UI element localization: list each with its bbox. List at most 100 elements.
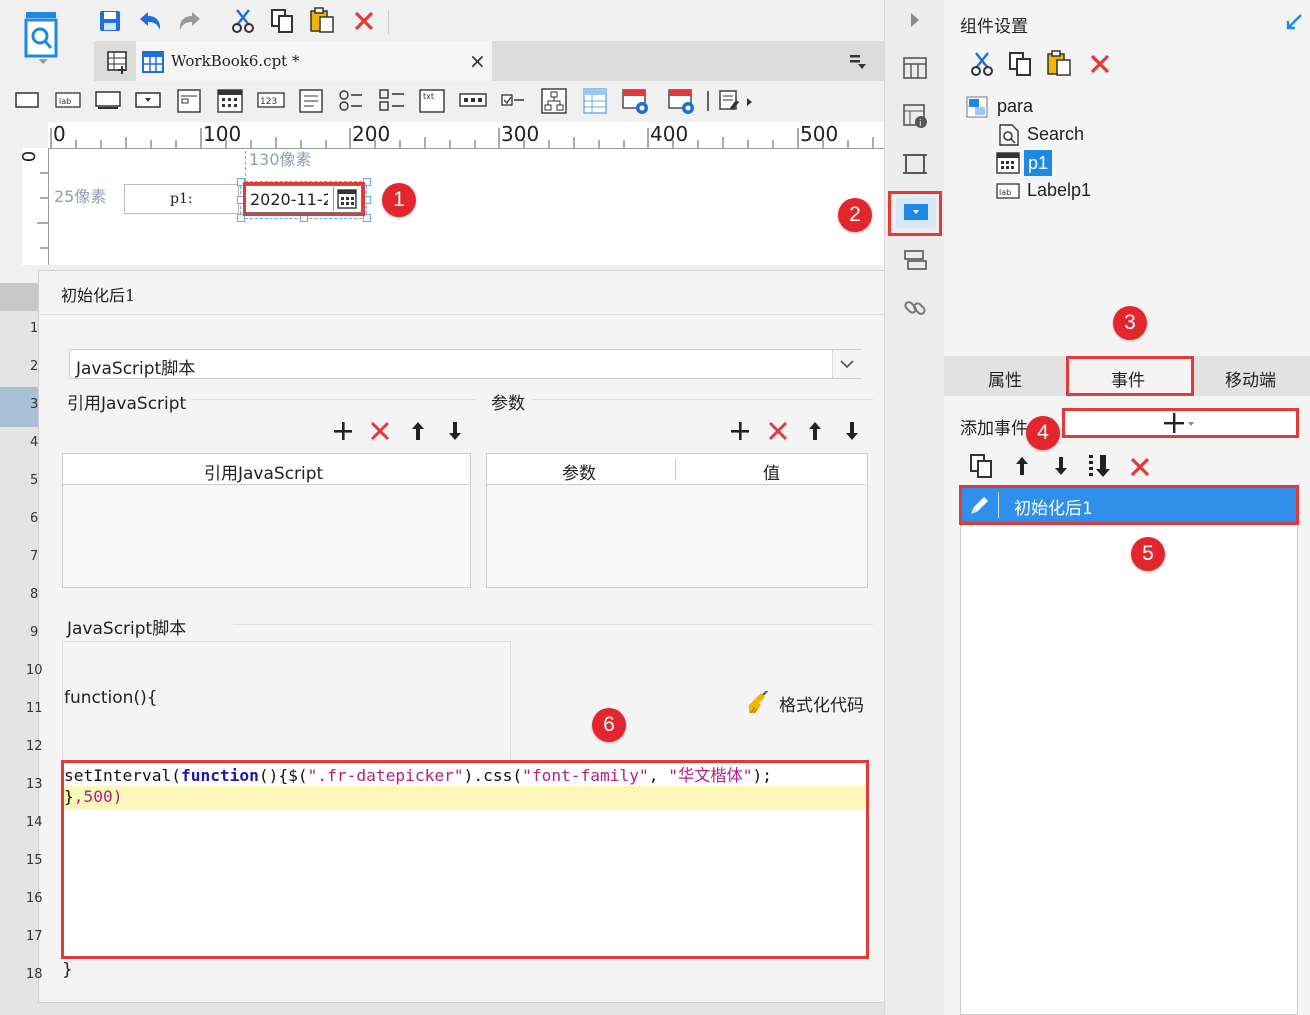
param-delete-icon[interactable]	[766, 419, 790, 443]
svg-text:123: 123	[260, 97, 277, 107]
highlight-event-item	[959, 485, 1299, 525]
ref-js-column-header: 引用JavaScript	[204, 464, 324, 484]
ruler-tick-500: 500	[800, 122, 839, 146]
event-list	[960, 486, 1298, 1015]
row-number: 3	[30, 397, 39, 412]
event-delete-icon[interactable]	[1127, 454, 1153, 480]
ref-js-down-icon[interactable]	[443, 419, 467, 443]
ruler-tick-100: 100	[203, 122, 242, 146]
sidebar-absolute-layout-icon[interactable]	[901, 150, 929, 178]
row-number: 2	[30, 359, 39, 374]
row-number: 17	[26, 929, 43, 944]
svg-text:lab: lab	[59, 97, 71, 106]
params-table-col-divider	[675, 458, 676, 480]
param-up-icon[interactable]	[803, 419, 827, 443]
broom-icon	[749, 691, 769, 714]
cut-icon[interactable]	[229, 8, 257, 34]
tree-item-labelp1[interactable]: lab Labelp1	[996, 178, 1138, 204]
event-copy-icon[interactable]	[967, 452, 995, 480]
highlight-events-tab	[1066, 356, 1194, 396]
params-table[interactable]: 参数 值	[486, 453, 868, 588]
tree-item-search[interactable]: Search	[998, 122, 1118, 148]
width-hint: 130像素	[249, 150, 312, 169]
tree-item-p1[interactable]: p1	[996, 150, 1118, 176]
event-move-bottom-icon[interactable]	[1086, 452, 1114, 480]
row-number: 16	[26, 891, 43, 906]
row-number: 5	[30, 473, 39, 488]
svg-text:txt: txt	[423, 92, 434, 101]
row-number: 18	[26, 967, 43, 982]
toolbar-divider	[388, 10, 389, 34]
width-hint-line	[245, 151, 247, 181]
ruler-tick-200: 200	[352, 122, 391, 146]
undo-icon[interactable]	[136, 8, 164, 34]
ref-js-add-icon[interactable]	[331, 419, 355, 443]
param-column-header: 参数	[562, 464, 596, 484]
script-section-line	[233, 624, 873, 625]
tab-attributes-label: 属性	[988, 371, 1022, 391]
row-number: 13	[26, 777, 43, 792]
row-number: 8	[30, 587, 39, 602]
panel-paste-icon[interactable]	[1044, 48, 1074, 78]
paste-icon[interactable]	[307, 6, 337, 34]
svg-text:lab: lab	[999, 188, 1011, 197]
ruler-tick-400: 400	[650, 122, 689, 146]
collapse-arrow-icon[interactable]	[905, 10, 925, 30]
script-type-select[interactable]: JavaScript脚本	[69, 349, 861, 379]
panel-collapse-icon[interactable]	[1284, 12, 1304, 32]
delete-icon[interactable]	[351, 8, 377, 34]
step-badge-6: 6	[592, 708, 626, 742]
format-code-button[interactable]: 格式化代码	[747, 689, 877, 717]
row-number: 4	[30, 435, 39, 450]
row-number: 15	[26, 853, 43, 868]
app-logo-icon[interactable]	[22, 10, 62, 70]
parameter-canvas[interactable]: 130像素 25像素 p1: 2020-11-2	[49, 149, 884, 265]
row-number: 14	[26, 815, 43, 830]
sidebar-layout-icon[interactable]	[901, 54, 929, 82]
sidebar-report-icon[interactable]: i	[901, 102, 929, 130]
chevron-down-icon[interactable]	[832, 350, 861, 378]
event-up-icon[interactable]	[1010, 453, 1034, 479]
tab-mobile[interactable]: 移动端	[1194, 356, 1310, 396]
panel-cut-icon[interactable]	[968, 50, 996, 78]
params-table-header	[487, 454, 865, 485]
event-down-icon[interactable]	[1049, 453, 1073, 479]
row-number: 11	[26, 701, 43, 716]
ref-js-delete-icon[interactable]	[368, 419, 392, 443]
sidebar-tab-layout-icon[interactable]	[901, 246, 929, 274]
label-widget[interactable]: p1:	[124, 184, 239, 214]
panel-copy-icon[interactable]	[1006, 50, 1034, 78]
panel-delete-icon[interactable]	[1087, 51, 1113, 77]
format-code-label: 格式化代码	[779, 696, 864, 716]
vertical-ruler: 0	[19, 148, 49, 265]
tab-close-icon[interactable]: ×	[469, 49, 486, 73]
workbook-icon	[142, 51, 164, 73]
ref-js-section-title: 引用JavaScript	[67, 394, 187, 414]
save-icon[interactable]	[97, 8, 123, 34]
param-down-icon[interactable]	[840, 419, 864, 443]
row-number: 7	[30, 549, 39, 564]
tree-item-para[interactable]: para	[966, 94, 1086, 120]
ref-js-table[interactable]: 引用JavaScript	[62, 453, 471, 588]
tab-list-icon[interactable]	[848, 52, 868, 72]
svg-text:i: i	[919, 119, 922, 129]
highlight-add-event-button	[1062, 408, 1299, 438]
function-close-line: }	[62, 960, 73, 980]
ref-js-section-line	[191, 399, 475, 400]
row-number: 9	[30, 625, 39, 640]
add-event-label: 添加事件	[960, 419, 1028, 439]
script-type-value: JavaScript脚本	[76, 359, 196, 379]
document-tab[interactable]: WorkBook6.cpt * ×	[136, 41, 492, 81]
step-badge-2: 2	[838, 198, 872, 232]
function-open-line: function(){	[64, 688, 158, 708]
new-sheet-icon[interactable]	[106, 50, 130, 74]
redo-icon[interactable]	[176, 8, 204, 34]
param-add-icon[interactable]	[728, 419, 752, 443]
ruler-tick-300: 300	[501, 122, 540, 146]
copy-icon[interactable]	[268, 8, 296, 34]
ref-js-up-icon[interactable]	[406, 419, 430, 443]
tab-attributes[interactable]: 属性	[944, 356, 1066, 396]
sidebar-link-icon[interactable]	[901, 294, 929, 322]
highlight-param-pane-button	[888, 191, 942, 236]
widget-palette: lab 123 txt	[14, 86, 754, 116]
